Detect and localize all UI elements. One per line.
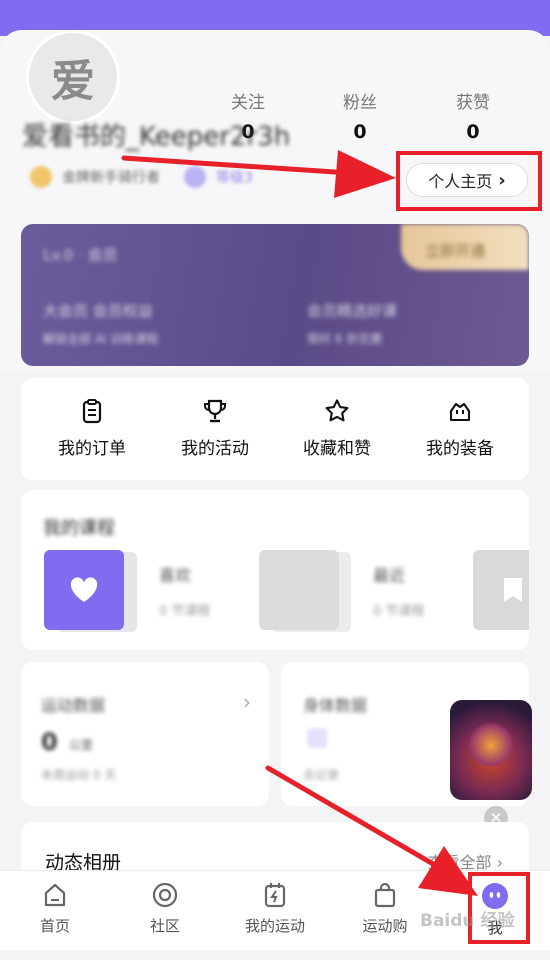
heart-icon — [70, 577, 98, 602]
stat-likes-value: 0 — [466, 121, 480, 143]
liked-courses-tile[interactable] — [44, 550, 124, 630]
promo-character-icon — [468, 722, 514, 768]
my-activities-button[interactable]: 我的活动 — [160, 398, 270, 459]
body-data-desc: 去记录 — [303, 768, 340, 782]
vip-left-desc: 解锁全部 AI 训练课程 — [43, 332, 159, 346]
sport-data-card[interactable]: 运动数据 › 0 公里 本周运动 0 天 — [21, 662, 269, 806]
quick-actions-card: 我的订单 我的活动 收藏和赞 我的装备 — [21, 378, 529, 480]
stat-likes[interactable]: 获赞 0 — [433, 88, 513, 143]
floating-promo-ad[interactable] — [450, 700, 532, 800]
body-data-icon — [307, 728, 327, 748]
stat-followers[interactable]: 粉丝 0 — [320, 88, 400, 143]
tab-home-label: 首页 — [39, 917, 70, 935]
shop-icon — [374, 882, 396, 908]
home-icon — [44, 883, 66, 907]
community-icon — [152, 882, 178, 908]
stat-following-label: 关注 — [231, 93, 265, 113]
my-orders-button[interactable]: 我的订单 — [37, 398, 147, 459]
vip-right-desc: 限时 6 折优惠 — [307, 332, 383, 346]
medal-icon — [30, 166, 52, 188]
stat-likes-label: 获赞 — [456, 93, 490, 113]
liked-courses-meta: 0 节课程 — [159, 604, 211, 619]
badge-medal-text: 金牌新手骑行者 — [62, 170, 160, 186]
tab-community-label: 社区 — [149, 917, 180, 935]
level-icon — [184, 166, 206, 188]
bag-icon — [449, 402, 471, 422]
watermark: Baidu 经验 — [420, 911, 515, 931]
bookmark-icon — [504, 578, 522, 602]
badge-row[interactable]: 金牌新手骑行者 等级3 — [30, 166, 253, 188]
sport-data-title: 运动数据 — [41, 696, 106, 715]
tab-my-sport[interactable]: 我的运动 — [220, 881, 330, 936]
vip-card[interactable]: Lv.0 · 会员 立即开通 大会员 会员权益 解锁全部 AI 训练课程 会员精… — [21, 224, 529, 366]
courses-title: 我的课程 — [43, 518, 115, 539]
badge-level-text: 等级3 — [216, 170, 253, 186]
my-gear-label: 我的装备 — [426, 439, 494, 459]
vip-right-title: 会员精选好课 — [307, 302, 398, 320]
avatar[interactable]: 爱 — [26, 30, 120, 124]
sport-icon — [264, 883, 286, 908]
recent-courses-tile[interactable] — [259, 550, 339, 630]
vip-level: Lv.0 · 会员 — [43, 246, 118, 264]
tab-community[interactable]: 社区 — [110, 881, 220, 936]
stat-followers-label: 粉丝 — [343, 93, 377, 113]
my-orders-label: 我的订单 — [58, 439, 126, 459]
clipboard-icon — [82, 399, 102, 424]
recent-courses-meta: 0 节课程 — [373, 604, 425, 619]
liked-courses-name: 喜欢 — [159, 566, 192, 585]
vip-left-title: 大会员 — [43, 302, 89, 320]
saved-courses-tile[interactable] — [473, 550, 529, 630]
my-gear-button[interactable]: 我的装备 — [405, 398, 515, 459]
vip-open-label: 立即开通 — [425, 242, 486, 260]
trophy-icon — [204, 399, 226, 423]
sport-data-unit: 公里 — [69, 738, 94, 752]
avatar-char: 爱 — [51, 56, 95, 107]
tab-home[interactable]: 首页 — [0, 881, 110, 936]
tab-my-sport-label: 我的运动 — [244, 917, 305, 935]
recent-courses-name: 最近 — [373, 566, 406, 585]
chevron-right-icon: › — [243, 690, 251, 714]
stat-followers-value: 0 — [353, 121, 367, 143]
username: 爱看书的_Keeper2r3h — [22, 122, 291, 152]
body-data-title: 身体数据 — [303, 696, 368, 715]
vip-left-sub: 会员权益 — [92, 302, 153, 320]
my-courses-card: 我的课程 喜欢 0 节课程 最近 0 节课程 — [21, 490, 529, 650]
star-icon — [325, 399, 349, 422]
my-activities-label: 我的活动 — [181, 439, 249, 459]
favorites-button[interactable]: 收藏和赞 — [282, 398, 392, 459]
annotation-box-homepage — [396, 151, 542, 211]
sport-data-desc: 本周运动 0 天 — [41, 768, 117, 782]
sport-data-value: 0 — [41, 728, 58, 756]
favorites-label: 收藏和赞 — [303, 439, 371, 459]
